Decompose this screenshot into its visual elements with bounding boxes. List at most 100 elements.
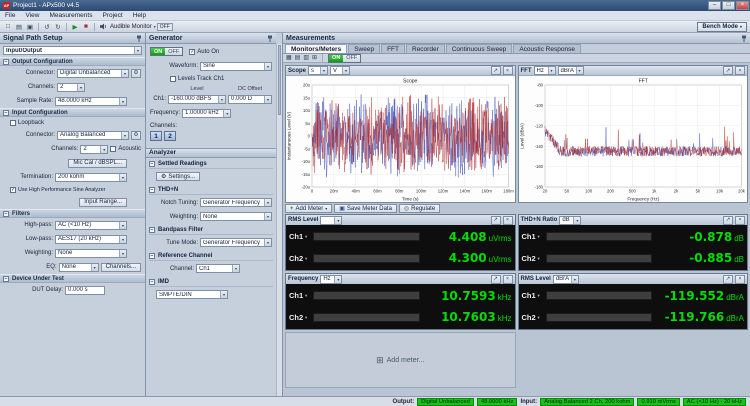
settled-settings-button[interactable]: ⚙ Settings...	[156, 172, 201, 181]
collapse-icon[interactable]	[3, 58, 9, 65]
layout-grid-icon[interactable]: ▦	[286, 55, 292, 61]
meter-unit-select[interactable]: Hz	[320, 274, 343, 284]
tab-monitors-meters[interactable]: Monitors/Meters	[285, 44, 348, 53]
generator-on-off-toggle[interactable]: ON OFF	[150, 47, 184, 56]
ch1-dc-offset-input[interactable]: 0.000 D	[228, 94, 272, 104]
menu-file[interactable]: File	[0, 12, 20, 19]
channel-selector[interactable]: Ch1 ▼	[289, 291, 309, 300]
menu-measurements[interactable]: Measurements	[44, 12, 97, 19]
add-meter-button[interactable]: + Add Meter ▾	[285, 204, 333, 213]
eq-channels-button[interactable]: Channels...	[100, 262, 141, 272]
acoustic-checkbox[interactable]	[110, 146, 117, 152]
output-connector-select[interactable]: Digital Unbalanced	[57, 68, 129, 78]
frequency-input[interactable]: 1.00000 kHz	[182, 108, 232, 118]
new-project-icon[interactable]: □	[3, 22, 13, 32]
collapse-icon[interactable]	[3, 275, 9, 282]
fft-chart[interactable]: FFT-80-100-120-140-160-18020 50 100 200 500 1…	[518, 76, 748, 202]
close-icon[interactable]: ×	[735, 215, 745, 225]
menu-help[interactable]: Help	[128, 12, 151, 19]
high-performance-sine-checkbox[interactable]	[10, 186, 16, 193]
output-channels-select[interactable]: 2	[57, 82, 85, 92]
input-connector-select[interactable]: Analog Balanced	[57, 130, 129, 140]
loopback-checkbox[interactable]	[10, 119, 16, 126]
filters-header[interactable]: Filters	[0, 209, 145, 218]
tab-sweep[interactable]: Sweep	[348, 44, 381, 53]
settled-readings-group[interactable]: Settled Readings	[149, 160, 273, 169]
close-button[interactable]	[736, 1, 749, 10]
generator-channel-1-button[interactable]: 1	[150, 131, 162, 141]
tab-continuous-sweep[interactable]: Continuous Sweep	[445, 44, 513, 53]
channel-selector[interactable]: Ch2 ▼	[289, 254, 309, 263]
stop-icon[interactable]: ■	[81, 22, 91, 32]
open-project-icon[interactable]: ▤	[14, 22, 24, 32]
regulate-button[interactable]: ◎ Regulate	[398, 204, 441, 213]
meter-unit-select[interactable]: dBrA	[552, 274, 579, 284]
popout-icon[interactable]: ↗	[490, 66, 501, 75]
channel-selector[interactable]: Ch1 ▼	[522, 291, 542, 300]
fft-y-unit-select[interactable]: dBrA	[557, 66, 584, 75]
generator-scrollbar[interactable]	[276, 44, 282, 396]
lowpass-filter-select[interactable]: AES17 (20 kHz)	[55, 234, 127, 244]
popout-icon[interactable]: ↗	[723, 215, 733, 225]
termination-select[interactable]: 200 kohm	[55, 172, 127, 182]
save-project-icon[interactable]: ▣	[25, 22, 35, 32]
scope-chart[interactable]: Scope20u15u10u5u0-5u-10u-15u-20u0 20m 40m 6…	[286, 76, 515, 202]
save-meter-data-button[interactable]: ▣ Save Meter Data	[334, 204, 397, 213]
collapse-icon[interactable]	[3, 210, 9, 217]
undo-icon[interactable]: ↺	[42, 22, 52, 32]
scope-y-unit-select[interactable]: V	[330, 66, 351, 75]
dut-delay-input[interactable]: 0.000 s	[65, 285, 105, 295]
fft-x-unit-select[interactable]: Hz	[533, 66, 556, 75]
auto-on-checkbox[interactable]	[189, 48, 196, 55]
close-icon[interactable]: ×	[735, 274, 745, 284]
input-config-header[interactable]: Input Configuration	[0, 108, 145, 117]
output-settings-gear-icon[interactable]: ⚙	[131, 68, 141, 78]
chevron-down-icon[interactable]: ▾	[154, 24, 156, 29]
monitors-generator-toggle[interactable]: ON OFF	[328, 53, 362, 63]
generator-channel-2-button[interactable]: 2	[164, 131, 176, 141]
reference-channel-select[interactable]: Ch1	[196, 264, 240, 273]
close-icon[interactable]: ×	[502, 274, 513, 284]
input-settings-gear-icon[interactable]: ⚙	[131, 130, 141, 140]
collapse-icon[interactable]	[149, 160, 155, 167]
ch1-level-input[interactable]: -160.000 dBFS	[168, 94, 226, 104]
input-channels-select[interactable]: 2	[80, 144, 109, 154]
run-sequence-icon[interactable]: ▶	[70, 22, 80, 32]
thdn-weighting-select[interactable]: None	[200, 212, 272, 221]
levels-track-ch1-checkbox[interactable]	[170, 75, 176, 82]
reference-channel-group[interactable]: Reference Channel	[149, 252, 273, 261]
highpass-filter-select[interactable]: AC (<10 Hz)	[55, 220, 127, 230]
channel-selector[interactable]: Ch1 ▼	[522, 232, 542, 241]
tab-recorder[interactable]: Recorder	[406, 44, 445, 53]
popout-icon[interactable]: ↗	[490, 274, 501, 284]
menu-project[interactable]: Project	[97, 12, 127, 19]
collapse-icon[interactable]	[149, 252, 155, 259]
channel-selector[interactable]: Ch2 ▼	[522, 254, 542, 263]
eq-select[interactable]: None	[58, 262, 99, 272]
maximize-button[interactable]	[722, 1, 735, 10]
device-under-test-header[interactable]: Device Under Test	[0, 274, 145, 283]
tab-acoustic-response[interactable]: Acoustic Response	[513, 44, 581, 53]
mic-cal-button[interactable]: Mic Cal / dBSPL...	[68, 158, 127, 168]
meter-unit-select[interactable]: dB	[559, 215, 582, 225]
add-meter-placeholder[interactable]: ⊞ Add meter...	[285, 332, 516, 388]
popout-icon[interactable]: ↗	[723, 274, 733, 284]
menu-view[interactable]: View	[20, 12, 44, 19]
output-config-header[interactable]: Output Configuration	[0, 57, 145, 66]
notch-tuning-select[interactable]: Generator Frequency	[200, 198, 272, 207]
waveform-select[interactable]: Sine	[200, 61, 272, 71]
collapse-icon[interactable]	[149, 186, 155, 193]
scrollbar-thumb[interactable]	[278, 45, 281, 115]
audible-monitor-toggle[interactable]: OFF	[156, 22, 173, 31]
tab-fft[interactable]: FFT	[381, 44, 405, 53]
bench-mode-button[interactable]: Bench Mode ▾	[697, 21, 747, 32]
tune-mode-select[interactable]: Generator Frequency	[200, 238, 272, 247]
popout-icon[interactable]: ↗	[723, 66, 733, 75]
channel-selector[interactable]: Ch1 ▼	[289, 232, 309, 241]
channel-selector[interactable]: Ch2 ▼	[522, 313, 542, 322]
bandpass-filter-group[interactable]: Bandpass Filter	[149, 226, 273, 235]
collapse-icon[interactable]	[149, 278, 155, 285]
scope-x-unit-select[interactable]: s	[308, 66, 329, 75]
collapse-icon[interactable]	[3, 109, 9, 116]
close-icon[interactable]: ×	[735, 66, 745, 75]
